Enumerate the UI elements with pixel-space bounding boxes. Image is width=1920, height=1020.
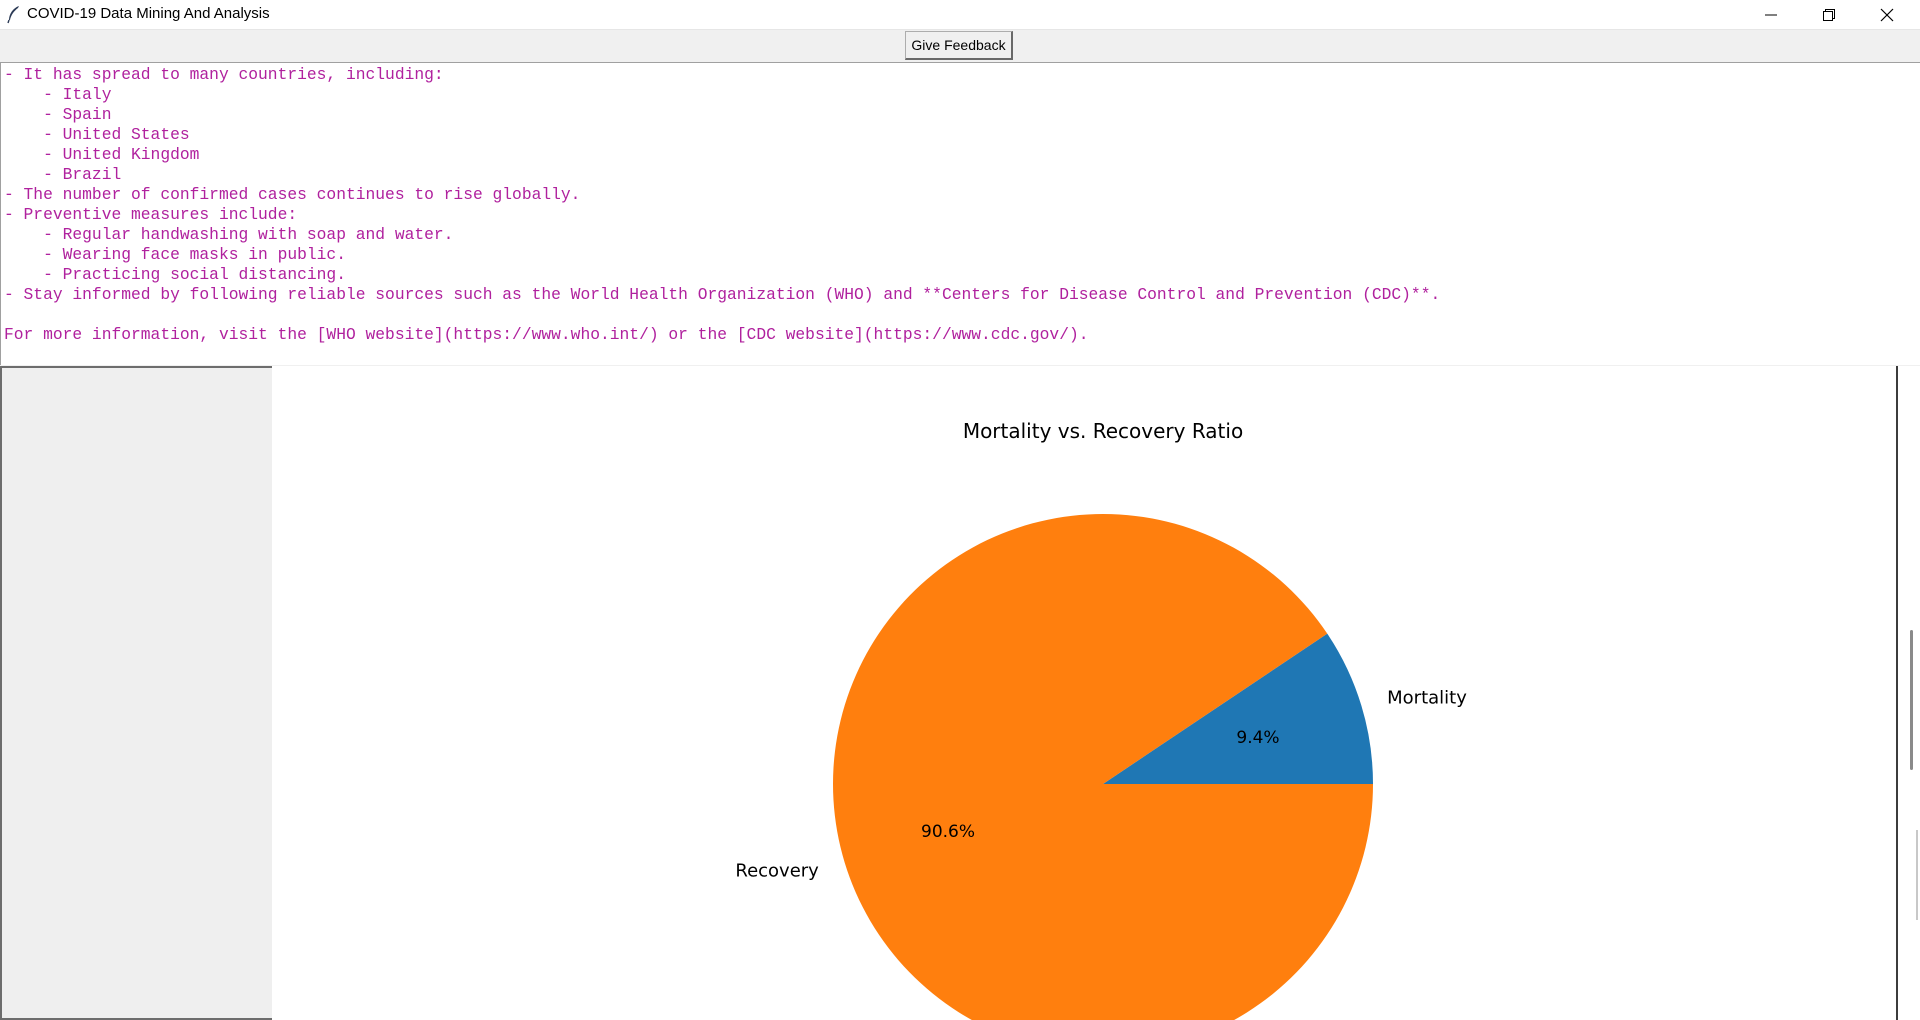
text-line: - Stay informed by following reliable so… [4,285,1441,304]
close-icon [1880,8,1894,21]
feather-icon [7,6,19,24]
app-window: COVID-19 Data Mining And Analysis Give F… [0,0,1920,1020]
pie-value-label: 90.6% [921,822,975,842]
text-line: - Wearing face masks in public. [4,245,346,264]
pie-category-label: Recovery [735,860,819,881]
text-line: - Italy [4,85,112,104]
title-bar: COVID-19 Data Mining And Analysis [0,0,1920,30]
left-panel [0,366,272,1020]
window-title: COVID-19 Data Mining And Analysis [27,5,270,22]
close-button[interactable] [1858,0,1916,29]
text-line: - United States [4,125,190,144]
info-text-area[interactable]: - It has spread to many countries, inclu… [0,62,1920,365]
minimize-icon [1765,14,1777,15]
text-line: - Practicing social distancing. [4,265,346,284]
text-line: - Regular handwashing with soap and wate… [4,225,454,244]
text-line: - Preventive measures include: [4,205,298,224]
give-feedback-button[interactable]: Give Feedback [905,31,1013,60]
pie-category-label: Mortality [1387,688,1467,709]
text-line: - United Kingdom [4,145,200,164]
pie-slices [833,514,1373,1020]
restore-icon [1823,8,1835,21]
text-line: - The number of confirmed cases continue… [4,185,581,204]
chart-canvas: Mortality vs. Recovery Ratio Mortality 9.… [272,366,1896,1020]
text-line: - It has spread to many countries, inclu… [4,65,444,84]
text-line: - Spain [4,105,112,124]
chart-title: Mortality vs. Recovery Ratio [963,419,1243,443]
scrollbar-track-mark [1916,830,1918,920]
vertical-scrollbar[interactable] [1896,366,1920,1020]
pie-chart: Mortality vs. Recovery Ratio Mortality 9.… [735,419,1467,1020]
minimize-button[interactable] [1742,0,1800,29]
toolbar: Give Feedback [0,30,1920,62]
text-line: For more information, visit the [WHO web… [4,325,1089,344]
text-line: - Brazil [4,165,122,184]
scrollbar-thumb[interactable] [1910,630,1913,770]
pie-value-label: 9.4% [1236,728,1279,748]
restore-button[interactable] [1800,0,1858,29]
